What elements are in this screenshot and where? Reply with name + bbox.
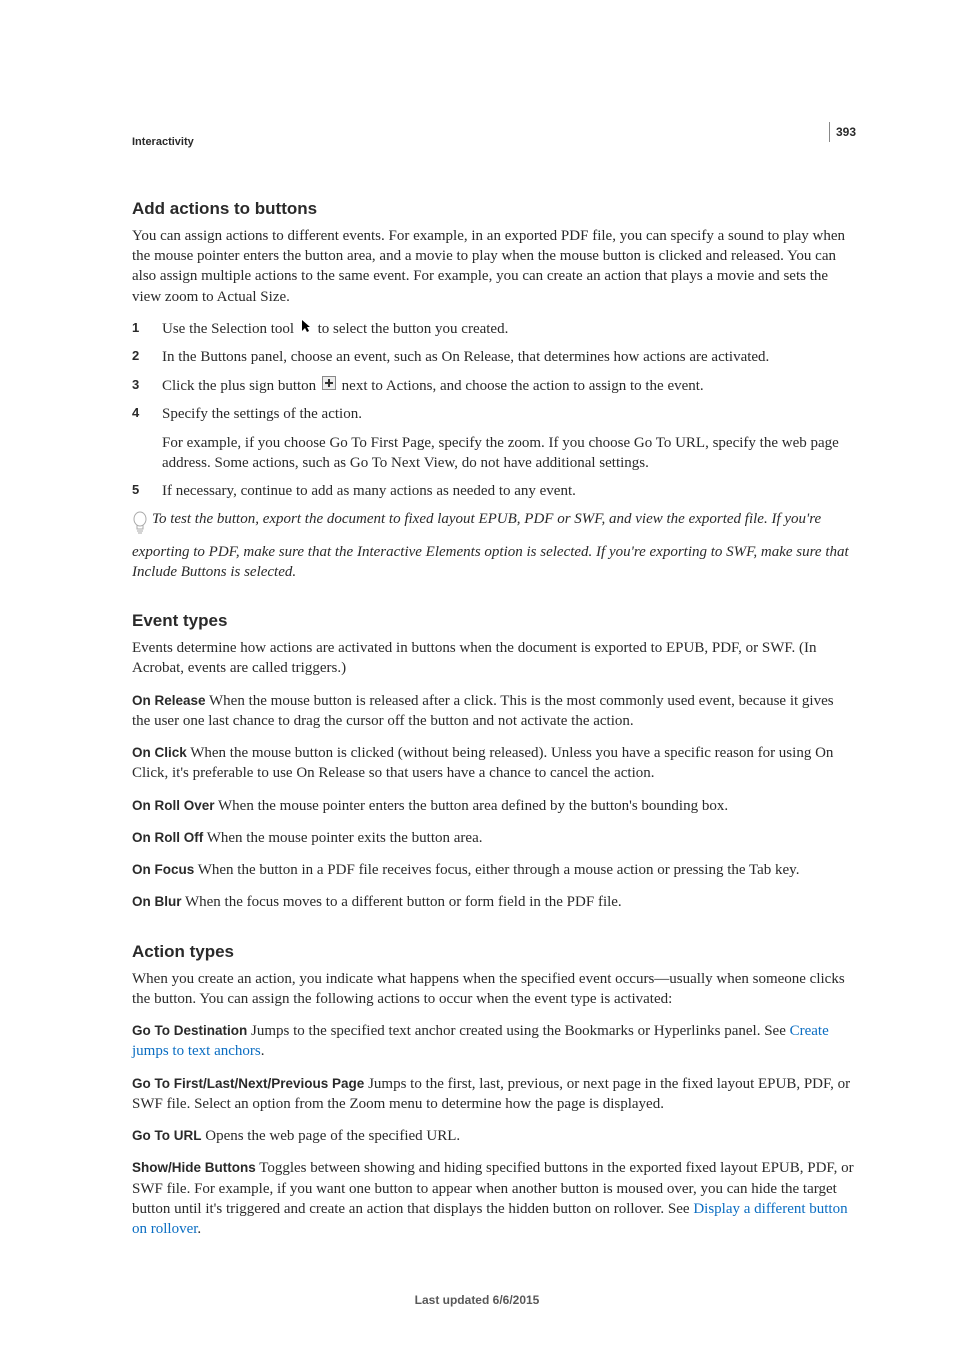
term-goto-page: Go To First/Last/Next/Previous Page xyxy=(132,1076,364,1091)
lightbulb-icon xyxy=(132,511,148,541)
selection-tool-icon xyxy=(300,319,312,339)
desc-on-rollover: When the mouse pointer enters the button… xyxy=(215,798,729,814)
term-on-blur: On Blur xyxy=(132,894,182,909)
action-intro: When you create an action, you indicate … xyxy=(132,969,854,1010)
step-4-sub: For example, if you choose Go To First P… xyxy=(162,433,854,474)
intro-paragraph: You can assign actions to different even… xyxy=(132,226,854,307)
action-goto-destination: Go To Destination Jumps to the specified… xyxy=(132,1021,854,1062)
event-on-click: On Click When the mouse button is clicke… xyxy=(132,743,854,784)
desc-on-focus: When the button in a PDF file receives f… xyxy=(194,862,799,878)
event-on-release: On Release When the mouse button is rele… xyxy=(132,691,854,732)
term-on-click: On Click xyxy=(132,745,187,760)
term-on-focus: On Focus xyxy=(132,862,194,877)
desc-on-release: When the mouse button is released after … xyxy=(132,693,834,729)
footer-last-updated: Last updated 6/6/2015 xyxy=(0,1292,954,1308)
step-1-text-a: Use the Selection tool xyxy=(162,321,298,337)
desc-goto-destination-b: . xyxy=(261,1043,265,1059)
step-3-text-a: Click the plus sign button xyxy=(162,378,320,394)
desc-on-blur: When the focus moves to a different butt… xyxy=(182,894,622,910)
action-goto-page: Go To First/Last/Next/Previous Page Jump… xyxy=(132,1074,854,1115)
document-page: 393 Interactivity Add actions to buttons… xyxy=(0,0,954,1350)
heading-event-types: Event types xyxy=(132,610,854,633)
term-goto-destination: Go To Destination xyxy=(132,1023,247,1038)
heading-action-types: Action types xyxy=(132,941,854,964)
step-3-text-b: next to Actions, and choose the action t… xyxy=(338,378,704,394)
step-1-text-b: to select the button you created. xyxy=(314,321,509,337)
step-1: Use the Selection tool to select the but… xyxy=(132,319,854,340)
desc-on-rolloff: When the mouse pointer exits the button … xyxy=(203,830,482,846)
running-header: Interactivity xyxy=(132,135,854,150)
term-on-rollover: On Roll Over xyxy=(132,798,215,813)
term-show-hide: Show/Hide Buttons xyxy=(132,1160,256,1175)
page-number: 393 xyxy=(829,122,856,142)
desc-goto-destination-a: Jumps to the specified text anchor creat… xyxy=(247,1023,789,1039)
term-on-rolloff: On Roll Off xyxy=(132,830,203,845)
desc-show-hide-b: . xyxy=(197,1221,201,1237)
term-on-release: On Release xyxy=(132,693,206,708)
event-on-focus: On Focus When the button in a PDF file r… xyxy=(132,860,854,880)
step-4-text: Specify the settings of the action. xyxy=(162,406,362,422)
term-goto-url: Go To URL xyxy=(132,1128,201,1143)
action-show-hide: Show/Hide Buttons Toggles between showin… xyxy=(132,1158,854,1239)
step-2: In the Buttons panel, choose an event, s… xyxy=(132,347,854,367)
heading-add-actions: Add actions to buttons xyxy=(132,198,854,221)
tip-paragraph: To test the button, export the document … xyxy=(132,509,854,582)
step-3: Click the plus sign button next to Actio… xyxy=(132,376,854,397)
event-on-rollover: On Roll Over When the mouse pointer ente… xyxy=(132,796,854,816)
action-goto-url: Go To URL Opens the web page of the spec… xyxy=(132,1126,854,1146)
event-intro: Events determine how actions are activat… xyxy=(132,638,854,679)
event-on-rolloff: On Roll Off When the mouse pointer exits… xyxy=(132,828,854,848)
step-5: If necessary, continue to add as many ac… xyxy=(132,481,854,501)
tip-text: To test the button, export the document … xyxy=(132,511,849,580)
event-on-blur: On Blur When the focus moves to a differ… xyxy=(132,892,854,912)
plus-sign-icon xyxy=(322,376,336,396)
desc-goto-url: Opens the web page of the specified URL. xyxy=(201,1128,460,1144)
steps-list: Use the Selection tool to select the but… xyxy=(132,319,854,502)
step-4: Specify the settings of the action. For … xyxy=(132,404,854,473)
desc-on-click: When the mouse button is clicked (withou… xyxy=(132,745,833,781)
